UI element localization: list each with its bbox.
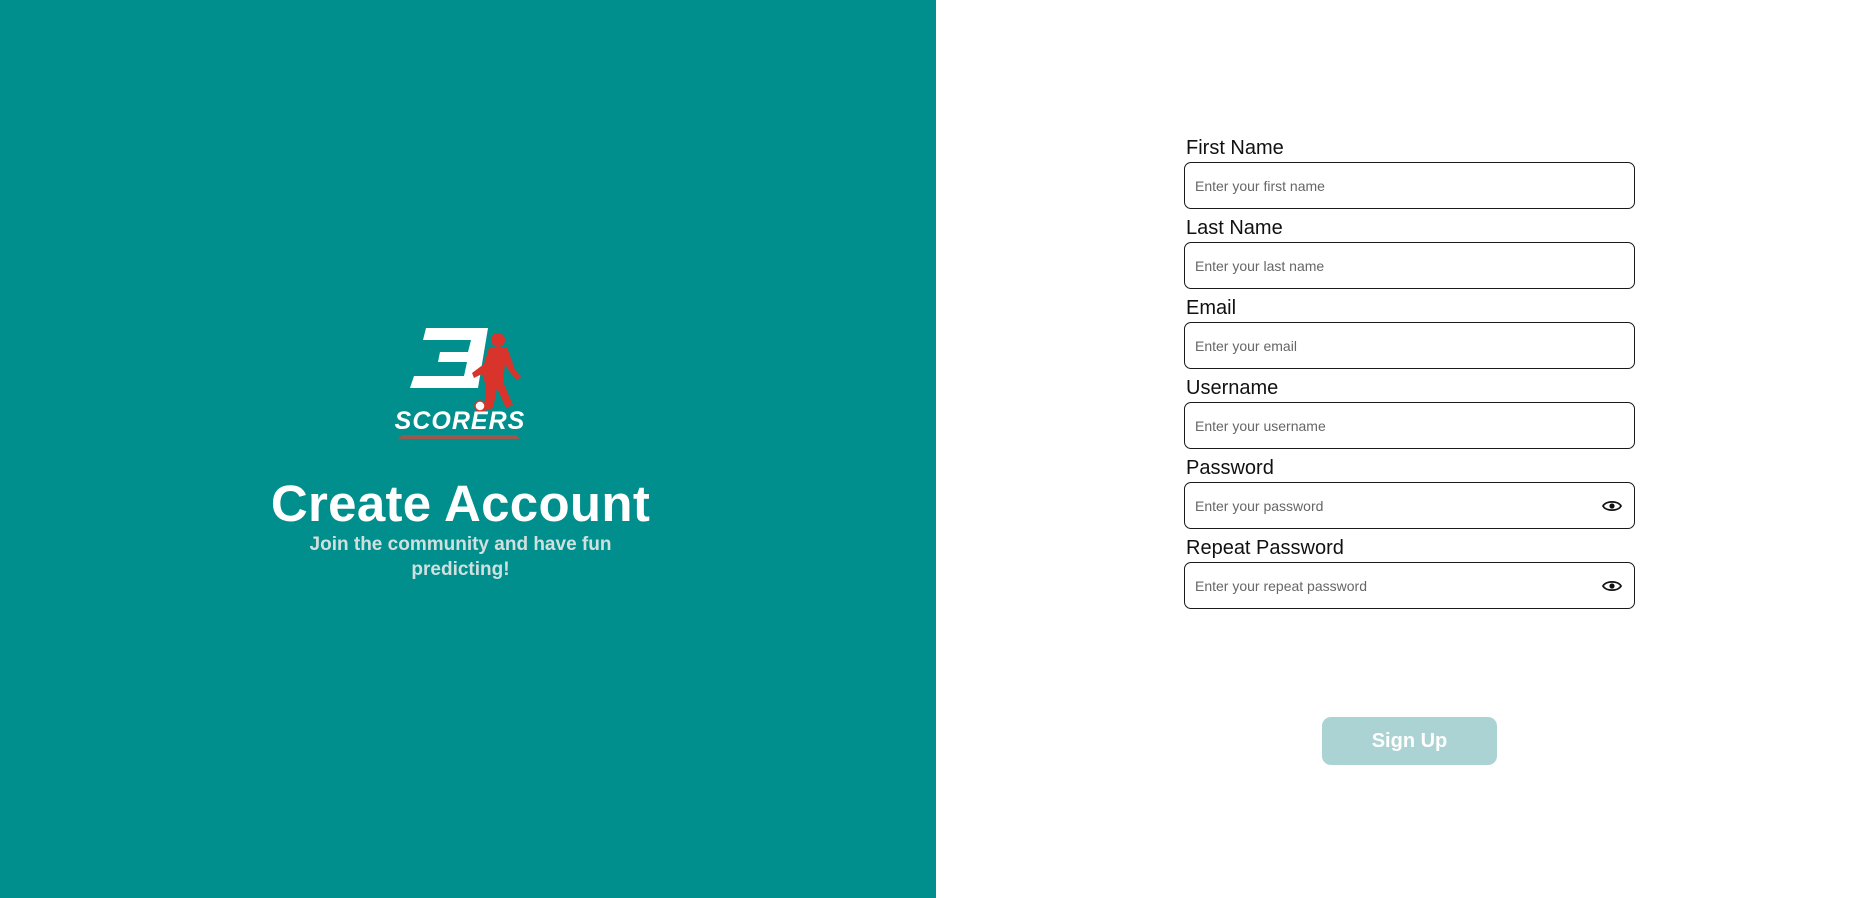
password-label: Password xyxy=(1186,457,1274,479)
username-field: Username xyxy=(1184,377,1635,449)
email-input-box xyxy=(1184,322,1635,369)
repeat-password-label: Repeat Password xyxy=(1186,537,1344,559)
signup-page: SCORERS Create Account Join the communit… xyxy=(0,0,1851,898)
brand-block: SCORERS Create Account Join the communit… xyxy=(0,326,921,582)
brand-panel: SCORERS Create Account Join the communit… xyxy=(0,0,936,898)
repeat-password-input-box xyxy=(1184,562,1635,609)
email-label: Email xyxy=(1186,297,1237,319)
password-field: Password xyxy=(1184,457,1635,529)
repeat-password-field: Repeat Password xyxy=(1184,537,1635,609)
scorers-logo: SCORERS xyxy=(394,328,525,439)
password-input[interactable] xyxy=(1185,483,1634,528)
first-name-label: First Name xyxy=(1186,137,1284,159)
email-field: Email xyxy=(1184,297,1635,369)
first-name-input[interactable] xyxy=(1185,163,1634,208)
page-title: Create Account xyxy=(270,475,651,532)
eye-icon[interactable] xyxy=(1602,499,1622,513)
email-input[interactable] xyxy=(1185,323,1634,368)
last-name-input[interactable] xyxy=(1185,243,1634,288)
form-panel: First Name Last Name Email Username xyxy=(936,0,1851,898)
eye-icon[interactable] xyxy=(1602,579,1622,593)
last-name-label: Last Name xyxy=(1186,217,1283,239)
first-name-field: First Name xyxy=(1184,137,1635,209)
last-name-field: Last Name xyxy=(1184,217,1635,289)
username-label: Username xyxy=(1186,377,1279,399)
password-input-box xyxy=(1184,482,1635,529)
svg-text:SCORERS: SCORERS xyxy=(394,407,525,435)
username-input[interactable] xyxy=(1185,403,1634,448)
sign-up-button[interactable]: Sign Up xyxy=(1322,717,1497,765)
first-name-input-box xyxy=(1184,162,1635,209)
last-name-input-box xyxy=(1184,242,1635,289)
repeat-password-input[interactable] xyxy=(1185,563,1634,608)
page-subtitle: Join the community and have fun predicti… xyxy=(309,534,612,580)
signup-form: First Name Last Name Email Username xyxy=(1184,137,1635,617)
username-input-box xyxy=(1184,402,1635,449)
